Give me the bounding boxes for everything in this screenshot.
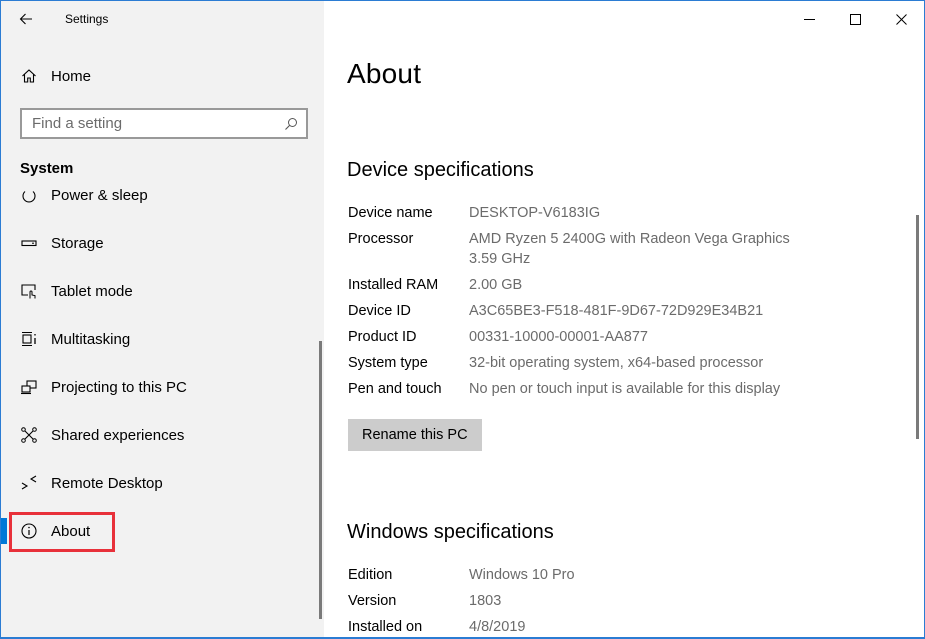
search-icon[interactable]: [284, 117, 298, 131]
tablet-mode-icon: [21, 284, 36, 299]
spec-value: A3C65BE3-F518-481F-9D67-72D929E34B21: [469, 303, 764, 319]
sidebar-item-power-sleep[interactable]: Power & sleep: [1, 181, 324, 219]
rename-pc-button[interactable]: Rename this PC: [348, 419, 482, 451]
multitasking-icon: [22, 331, 36, 347]
minimize-button[interactable]: [786, 1, 832, 37]
remote-desktop-icon: [21, 475, 37, 490]
sidebar-nav: Power & sleep Storage Tablet mode Multit…: [1, 181, 324, 636]
window-controls: [786, 1, 924, 37]
spec-row-edition: Edition Windows 10 Pro: [348, 565, 809, 585]
spec-value: 32-bit operating system, x64-based proce…: [469, 355, 764, 371]
spec-row-version: Version 1803: [348, 591, 809, 611]
spec-row-installed-on: Installed on 4/8/2019: [348, 617, 809, 637]
sidebar-item-about[interactable]: About: [1, 507, 324, 555]
spec-value-line2: 3.59 GHz: [469, 251, 531, 267]
spec-key: Installed RAM: [348, 277, 439, 293]
title-bar: Settings: [1, 1, 324, 37]
spec-value: DESKTOP-V6183IG: [469, 205, 601, 221]
highlight-annotation-box: [9, 512, 115, 552]
section-label-system: System: [20, 160, 74, 177]
spec-value: Windows 10 Pro: [469, 567, 575, 583]
spec-key: Device name: [348, 205, 433, 221]
sidebar-item-label: Home: [51, 67, 92, 85]
spec-key: Processor: [348, 231, 414, 247]
shared-experiences-icon: [21, 427, 37, 443]
spec-value: 00331-10000-00001-AA877: [469, 329, 648, 345]
spec-key: Device ID: [348, 303, 411, 319]
spec-key: System type: [348, 355, 428, 371]
search-box[interactable]: [20, 108, 308, 139]
sidebar-item-home[interactable]: Home: [1, 59, 324, 93]
device-specs-heading: Device specifications: [347, 159, 534, 181]
search-input[interactable]: [22, 115, 284, 132]
spec-key: Product ID: [348, 329, 417, 345]
sidebar-scrollbar[interactable]: [319, 341, 322, 619]
sidebar-item-projecting[interactable]: Projecting to this PC: [1, 363, 324, 411]
spec-value-line1: AMD Ryzen 5 2400G with Radeon Vega Graph…: [469, 231, 790, 247]
windows-specs-table: Edition Windows 10 Pro Version 1803 Inst…: [348, 565, 809, 637]
spec-value: No pen or touch input is available for t…: [469, 381, 781, 397]
spec-row-product-id: Product ID 00331-10000-00001-AA877: [348, 327, 829, 347]
power-icon: [22, 191, 36, 203]
spec-key: Installed on: [348, 619, 423, 635]
spec-row-pen-touch: Pen and touch No pen or touch input is a…: [348, 379, 829, 399]
sidebar-item-label: Power & sleep: [51, 186, 148, 204]
spec-value: AMD Ryzen 5 2400G with Radeon Vega Graph…: [469, 229, 809, 269]
spec-row-device-name: Device name DESKTOP-V6183IG: [348, 203, 829, 223]
app-title: Settings: [65, 12, 109, 26]
close-button[interactable]: [878, 1, 924, 37]
sidebar-item-shared-experiences[interactable]: Shared experiences: [1, 411, 324, 459]
minimize-icon: [803, 18, 815, 20]
spec-row-installed-ram: Installed RAM 2.00 GB: [348, 275, 829, 295]
page-title: About: [347, 58, 422, 89]
sidebar-item-label: Shared experiences: [51, 426, 185, 444]
spec-row-system-type: System type 32-bit operating system, x64…: [348, 353, 829, 373]
spec-value: 2.00 GB: [469, 277, 523, 293]
spec-key: Version: [348, 593, 397, 609]
projecting-icon: [21, 380, 37, 395]
device-specs-table: Device name DESKTOP-V6183IG Processor AM…: [348, 203, 829, 405]
spec-value: 1803: [469, 593, 502, 609]
storage-icon: [21, 240, 37, 247]
sidebar-item-label: Storage: [51, 234, 104, 252]
sidebar-item-label: Multitasking: [51, 330, 131, 348]
sidebar-item-multitasking[interactable]: Multitasking: [1, 315, 324, 363]
spec-value: 4/8/2019: [469, 619, 526, 635]
settings-window: Settings Home System Power & sleep Stora…: [0, 0, 925, 639]
windows-specs-heading: Windows specifications: [347, 521, 554, 543]
maximize-button[interactable]: [832, 1, 878, 37]
main-content: About Device specifications Device name …: [324, 1, 924, 637]
sidebar-item-label: Remote Desktop: [51, 474, 163, 492]
sidebar-item-label: Projecting to this PC: [51, 378, 187, 396]
close-icon: [895, 13, 907, 25]
arrow-left-icon: [19, 13, 32, 25]
spec-key: Edition: [348, 567, 393, 583]
home-icon: [22, 69, 36, 83]
spec-row-processor: Processor AMD Ryzen 5 2400G with Radeon …: [348, 229, 829, 269]
sidebar-item-storage[interactable]: Storage: [1, 219, 324, 267]
sidebar: Settings Home System Power & sleep Stora…: [1, 1, 324, 637]
back-button[interactable]: [1, 1, 51, 37]
sidebar-item-tablet-mode[interactable]: Tablet mode: [1, 267, 324, 315]
spec-row-device-id: Device ID A3C65BE3-F518-481F-9D67-72D929…: [348, 301, 829, 321]
maximize-icon: [849, 13, 861, 25]
sidebar-item-label: Tablet mode: [51, 282, 133, 300]
main-scrollbar[interactable]: [916, 215, 919, 439]
sidebar-item-remote-desktop[interactable]: Remote Desktop: [1, 459, 324, 507]
spec-key: Pen and touch: [348, 381, 442, 397]
